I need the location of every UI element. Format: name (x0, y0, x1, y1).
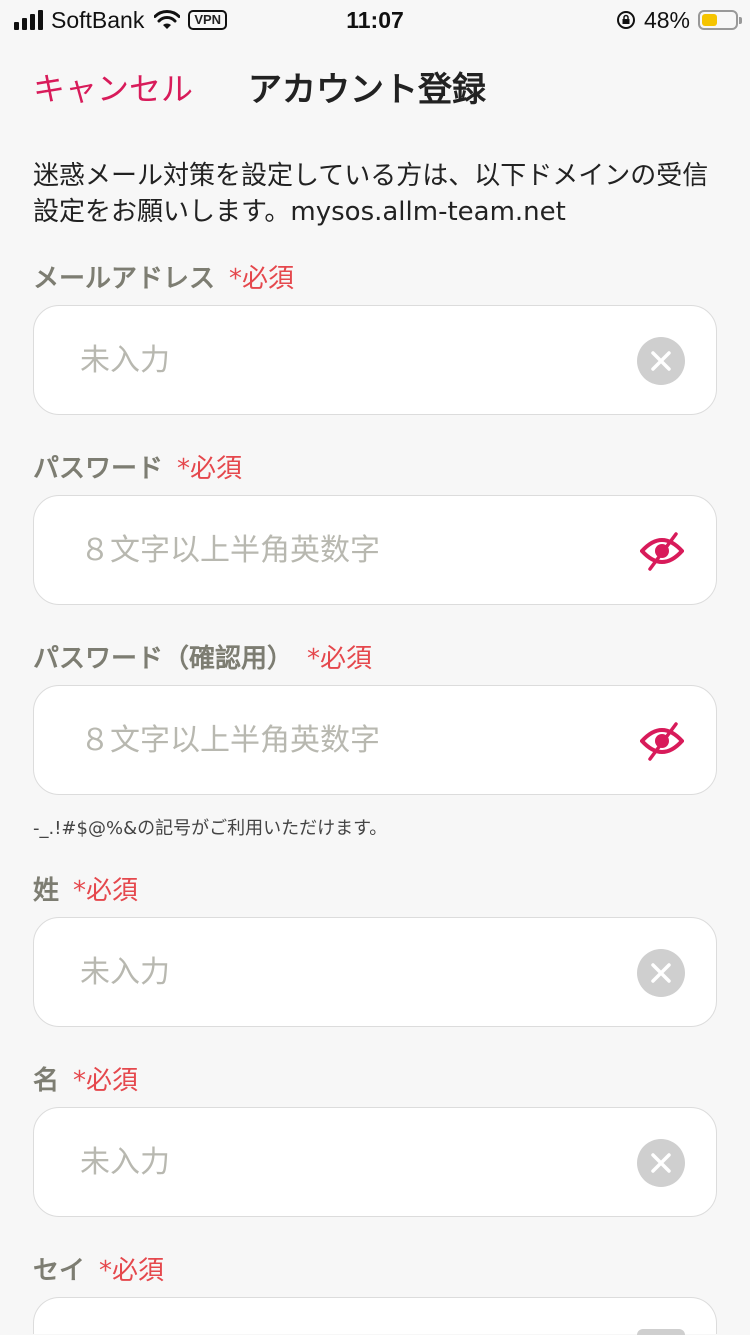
close-icon (651, 1153, 671, 1173)
password-input[interactable] (80, 496, 620, 604)
wifi-icon (154, 10, 181, 29)
password-confirm-input[interactable] (80, 686, 620, 794)
required-mark: *必須 (307, 644, 373, 674)
email-field-box (33, 305, 717, 415)
last-name-clear-button[interactable] (637, 949, 685, 997)
email-input[interactable] (80, 306, 620, 414)
required-mark: *必須 (99, 1256, 165, 1286)
orientation-lock-icon (616, 11, 635, 29)
password-confirm-label-text: パスワード（確認用） (33, 644, 294, 674)
carrier-name: SoftBank (51, 6, 145, 33)
last-name-label-text: 姓 (33, 876, 60, 906)
last-name-label: 姓 *必須 (33, 870, 138, 907)
last-name-input[interactable] (80, 918, 620, 1026)
required-mark: *必須 (73, 876, 139, 906)
battery-level (702, 14, 718, 26)
email-clear-button[interactable] (637, 337, 685, 385)
page-title: アカウント登録 (248, 70, 486, 110)
first-name-field-box (33, 1107, 717, 1217)
first-name-label-text: 名 (33, 1066, 60, 1096)
last-name-field-box (33, 917, 717, 1027)
first-name-label: 名 *必須 (33, 1060, 138, 1097)
password-hint: -_.!#$@%&の記号がご利用いただけます。 (33, 818, 388, 839)
password-confirm-label: パスワード（確認用） *必須 (33, 638, 372, 675)
battery-icon (698, 10, 742, 30)
vpn-badge: VPN (188, 10, 228, 30)
close-icon (651, 351, 671, 371)
last-name-kana-label: セイ *必須 (33, 1250, 164, 1287)
signal-icon (14, 10, 43, 30)
required-mark: *必須 (229, 264, 295, 294)
eye-slash-icon[interactable] (640, 721, 684, 761)
required-mark: *必須 (73, 1066, 139, 1096)
nav-bar: キャンセル アカウント登録 (0, 56, 750, 116)
spam-filter-notice: 迷惑メール対策を設定している方は、以下ドメインの受信設定をお願いします。myso… (33, 161, 709, 227)
last-name-kana-field-box[interactable] (33, 1297, 717, 1335)
first-name-clear-button[interactable] (637, 1139, 685, 1187)
status-right: 48% (616, 6, 742, 34)
clear-icon (637, 1329, 685, 1335)
required-mark: *必須 (177, 454, 243, 484)
password-label: パスワード *必須 (33, 448, 242, 485)
status-left: SoftBank VPN (14, 6, 228, 34)
eye-slash-icon[interactable] (640, 531, 684, 571)
close-icon (651, 963, 671, 983)
battery-percent: 48% (643, 6, 690, 33)
status-bar: SoftBank VPN 11:07 48% (0, 0, 750, 40)
email-label-text: メールアドレス (33, 264, 216, 294)
cancel-button[interactable]: キャンセル (33, 64, 193, 110)
password-field-box (33, 495, 717, 605)
last-name-kana-label-text: セイ (33, 1256, 86, 1286)
password-label-text: パスワード (33, 454, 164, 484)
first-name-input[interactable] (80, 1108, 620, 1216)
password-confirm-field-box (33, 685, 717, 795)
email-label: メールアドレス *必須 (33, 258, 294, 295)
